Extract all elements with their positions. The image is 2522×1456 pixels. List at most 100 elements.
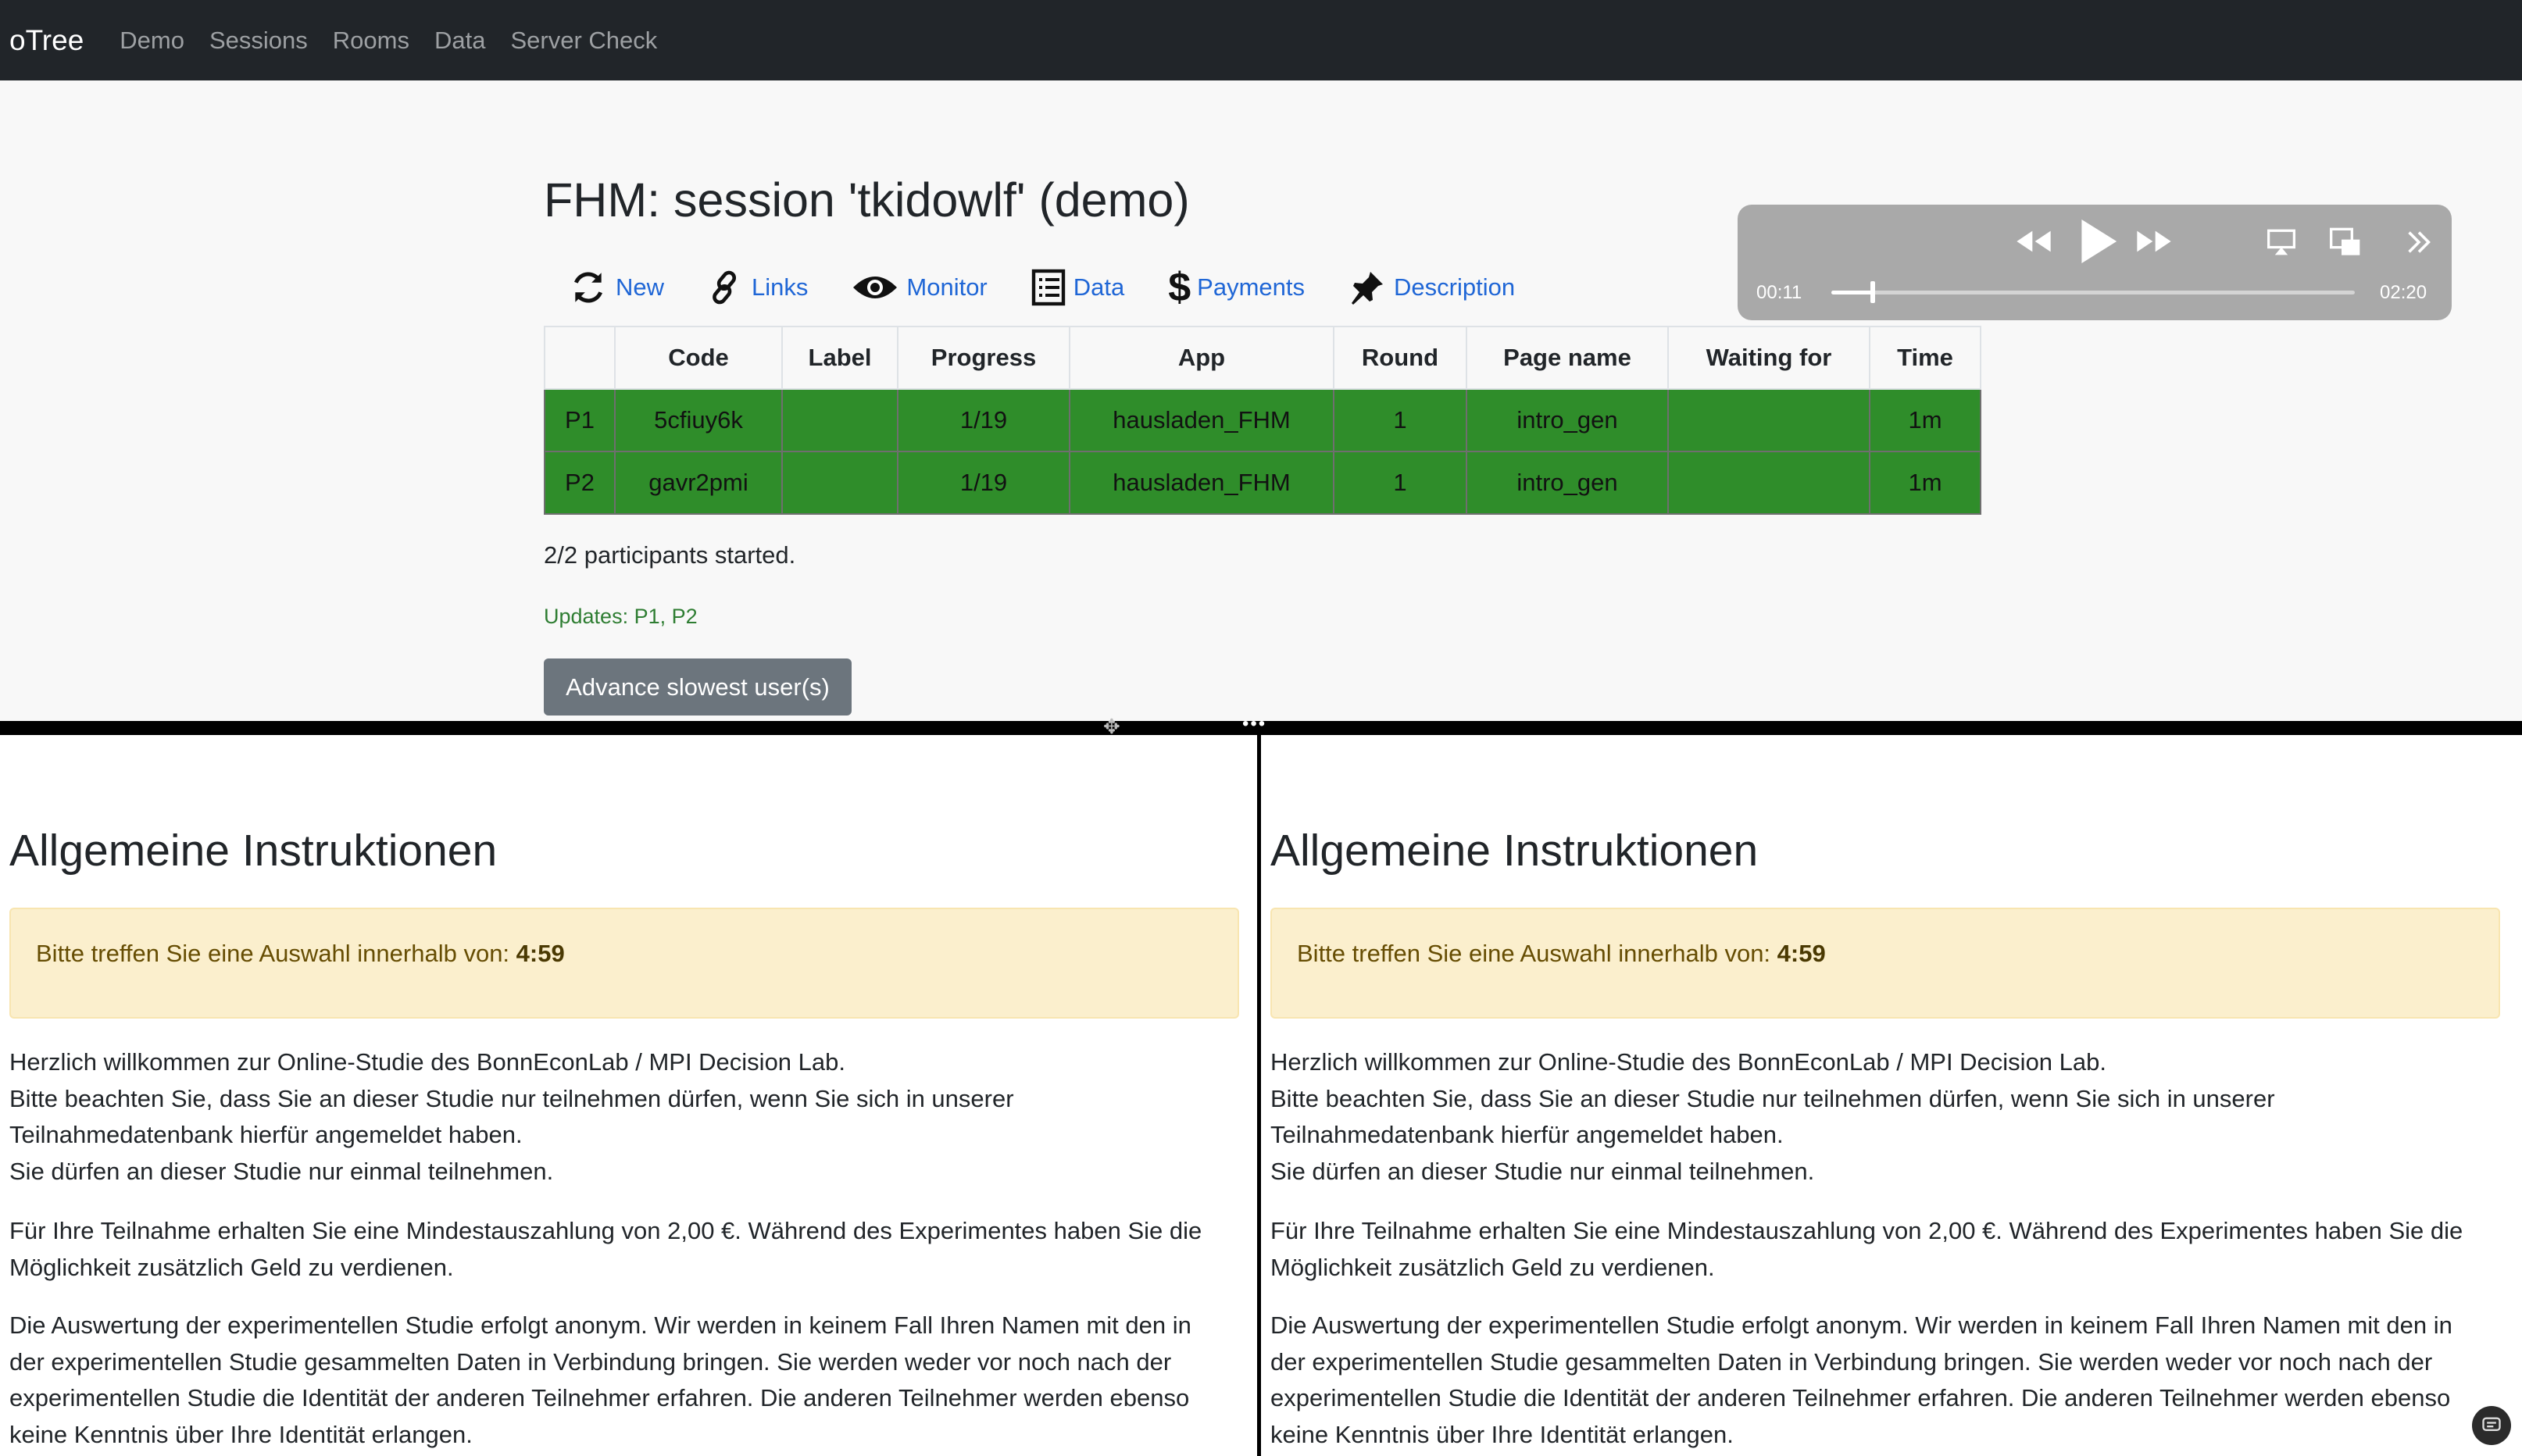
timer-text: Bitte treffen Sie eine Auswahl innerhalb… bbox=[36, 940, 565, 968]
nav-link-data[interactable]: Data bbox=[434, 27, 485, 55]
picture-in-picture-icon[interactable] bbox=[2328, 227, 2363, 258]
text-line: Bitte beachten Sie, dass Sie an dieser S… bbox=[9, 1084, 1014, 1112]
text-line: Möglichkeit zusätzlich Geld zu verdienen… bbox=[9, 1253, 454, 1281]
column-header-waiting-for: Waiting for bbox=[1667, 326, 1870, 390]
cell-round: 1 bbox=[1333, 388, 1467, 452]
chat-icon bbox=[2482, 1417, 2501, 1431]
cell-label bbox=[781, 451, 898, 515]
play-icon[interactable] bbox=[2075, 217, 2119, 266]
page-title: FHM: session 'tkidowlf' (demo) bbox=[544, 173, 1190, 227]
column-header-id bbox=[544, 326, 616, 390]
participant-view-p2: Allgemeine Instruktionen Bitte treffen S… bbox=[1261, 735, 2522, 1456]
eye-icon bbox=[853, 277, 898, 298]
tab-data[interactable]: Data bbox=[1031, 269, 1124, 306]
tab-payments[interactable]: $ Payments bbox=[1168, 267, 1305, 308]
table-icon bbox=[1031, 269, 1065, 306]
text-line: Teilnahmedatenbank hierfür angemeldet ha… bbox=[9, 1121, 523, 1148]
table-row: P1 5cfiuy6k 1/19 hausladen_FHM 1 intro_g… bbox=[544, 388, 1981, 452]
nav-link-sessions[interactable]: Sessions bbox=[209, 27, 308, 55]
link-icon bbox=[713, 270, 737, 305]
text-line: Möglichkeit zusätzlich Geld zu verdienen… bbox=[1270, 1253, 1715, 1281]
instructions-heading: Allgemeine Instruktionen bbox=[1270, 826, 1759, 876]
timer-alert: Bitte treffen Sie eine Auswahl innerhalb… bbox=[9, 908, 1239, 1019]
text-line: experimentellen Studie die Identität der… bbox=[9, 1384, 1190, 1411]
payment-paragraph: Für Ihre Teilnahme erhalten Sie eine Min… bbox=[9, 1213, 1257, 1286]
table-header-row: Code Label Progress App Round Page name … bbox=[544, 326, 1981, 390]
advance-slowest-users-button[interactable]: Advance slowest user(s) bbox=[544, 658, 852, 716]
timer-label: Bitte treffen Sie eine Auswahl innerhalb… bbox=[1297, 940, 1771, 967]
text-line: der experimentellen Studie gesammelten D… bbox=[9, 1347, 1172, 1376]
session-tabs: New Links Monitor Data $ Payments Descri… bbox=[569, 267, 1559, 308]
tab-new[interactable]: New bbox=[569, 268, 664, 307]
text-line: Herzlich willkommen zur Online-Studie de… bbox=[1270, 1048, 2106, 1076]
cell-round: 1 bbox=[1333, 451, 1467, 515]
text-line: der experimentellen Studie gesammelten D… bbox=[1270, 1347, 2433, 1376]
session-pane: FHM: session 'tkidowlf' (demo) New Links bbox=[0, 80, 2522, 721]
cell-code: gavr2pmi bbox=[614, 451, 783, 515]
cell-participant-id: P1 bbox=[544, 388, 616, 452]
text-line: Die Auswertung der experimentellen Studi… bbox=[9, 1311, 1191, 1339]
payment-paragraph: Für Ihre Teilnahme erhalten Sie eine Min… bbox=[1270, 1213, 2520, 1286]
text-line: Für Ihre Teilnahme erhalten Sie eine Min… bbox=[1270, 1217, 2463, 1244]
current-time: 00:11 bbox=[1756, 282, 1802, 303]
table-row: P2 gavr2pmi 1/19 hausladen_FHM 1 intro_g… bbox=[544, 451, 1981, 515]
timer-alert: Bitte treffen Sie eine Auswahl innerhalb… bbox=[1270, 908, 2500, 1019]
tab-description[interactable]: Description bbox=[1349, 269, 1515, 306]
cell-participant-id: P2 bbox=[544, 451, 616, 515]
tab-links-label: Links bbox=[752, 273, 809, 301]
timer-label: Bitte treffen Sie eine Auswahl innerhalb… bbox=[36, 940, 510, 967]
seek-bar-handle[interactable] bbox=[1870, 281, 1875, 303]
instructions-heading: Allgemeine Instruktionen bbox=[9, 826, 498, 876]
nav-link-server-check[interactable]: Server Check bbox=[510, 27, 657, 55]
tab-data-label: Data bbox=[1073, 273, 1125, 301]
cell-app: hausladen_FHM bbox=[1069, 388, 1334, 452]
column-header-time: Time bbox=[1869, 326, 1981, 390]
text-line: Für Ihre Teilnahme erhalten Sie eine Min… bbox=[9, 1217, 1202, 1244]
column-header-progress: Progress bbox=[897, 326, 1070, 390]
nav-link-rooms[interactable]: Rooms bbox=[333, 27, 409, 55]
column-header-code: Code bbox=[614, 326, 783, 390]
text-line: Die Auswertung der experimentellen Studi… bbox=[1270, 1311, 2452, 1339]
tab-monitor[interactable]: Monitor bbox=[852, 270, 988, 305]
more-chevron-icon[interactable] bbox=[2405, 230, 2433, 255]
text-line: Bitte beachten Sie, dass Sie an dieser S… bbox=[1270, 1084, 2275, 1112]
more-options-icon[interactable]: ••• bbox=[1242, 715, 1266, 733]
tab-payments-label: Payments bbox=[1197, 273, 1306, 301]
cell-progress: 1/19 bbox=[897, 388, 1070, 452]
cell-waiting-for bbox=[1667, 388, 1870, 452]
tab-links[interactable]: Links bbox=[708, 268, 808, 307]
fast-forward-icon[interactable] bbox=[2134, 228, 2174, 255]
top-navbar: oTree Demo Sessions Rooms Data Server Ch… bbox=[0, 0, 2522, 80]
tab-new-label: New bbox=[616, 273, 665, 301]
tab-description-label: Description bbox=[1394, 273, 1516, 301]
anonymity-paragraph: Die Auswertung der experimentellen Studi… bbox=[9, 1308, 1257, 1453]
airplay-icon[interactable] bbox=[2266, 228, 2297, 256]
nav-link-demo[interactable]: Demo bbox=[120, 27, 184, 55]
participants-started-text: 2/2 participants started. bbox=[544, 541, 796, 569]
column-header-app: App bbox=[1069, 326, 1334, 390]
refresh-icon bbox=[574, 272, 602, 303]
anonymity-paragraph: Die Auswertung der experimentellen Studi… bbox=[1270, 1308, 2520, 1453]
drag-handle-icon[interactable]: ✥ bbox=[1103, 716, 1120, 737]
column-header-label: Label bbox=[781, 326, 898, 390]
brand-logo[interactable]: oTree bbox=[9, 24, 84, 57]
cell-time: 1m bbox=[1869, 388, 1981, 452]
text-line: keine Kenntnis über Ihre Identität erlan… bbox=[9, 1420, 473, 1448]
text-line: Sie dürfen an dieser Studie nur einmal t… bbox=[9, 1157, 554, 1185]
cell-label bbox=[781, 388, 898, 452]
horizontal-split-handle[interactable]: ✥ ••• bbox=[0, 715, 2522, 737]
cell-app: hausladen_FHM bbox=[1069, 451, 1334, 515]
welcome-paragraph: Herzlich willkommen zur Online-Studie de… bbox=[1270, 1044, 2520, 1190]
cell-progress: 1/19 bbox=[897, 451, 1070, 515]
text-line: experimentellen Studie die Identität der… bbox=[1270, 1384, 2451, 1411]
welcome-paragraph: Herzlich willkommen zur Online-Studie de… bbox=[9, 1044, 1257, 1190]
seek-bar-fill bbox=[1831, 291, 1873, 294]
seek-bar[interactable] bbox=[1831, 281, 2355, 303]
cell-page-name: intro_gen bbox=[1466, 451, 1669, 515]
participant-view-p1: Allgemeine Instruktionen Bitte treffen S… bbox=[0, 735, 1257, 1456]
feedback-icon[interactable] bbox=[2472, 1406, 2511, 1445]
rewind-icon[interactable] bbox=[2014, 228, 2053, 255]
timer-text: Bitte treffen Sie eine Auswahl innerhalb… bbox=[1297, 940, 1826, 968]
text-line: keine Kenntnis über Ihre Identität erlan… bbox=[1270, 1420, 1734, 1448]
cell-time: 1m bbox=[1869, 451, 1981, 515]
